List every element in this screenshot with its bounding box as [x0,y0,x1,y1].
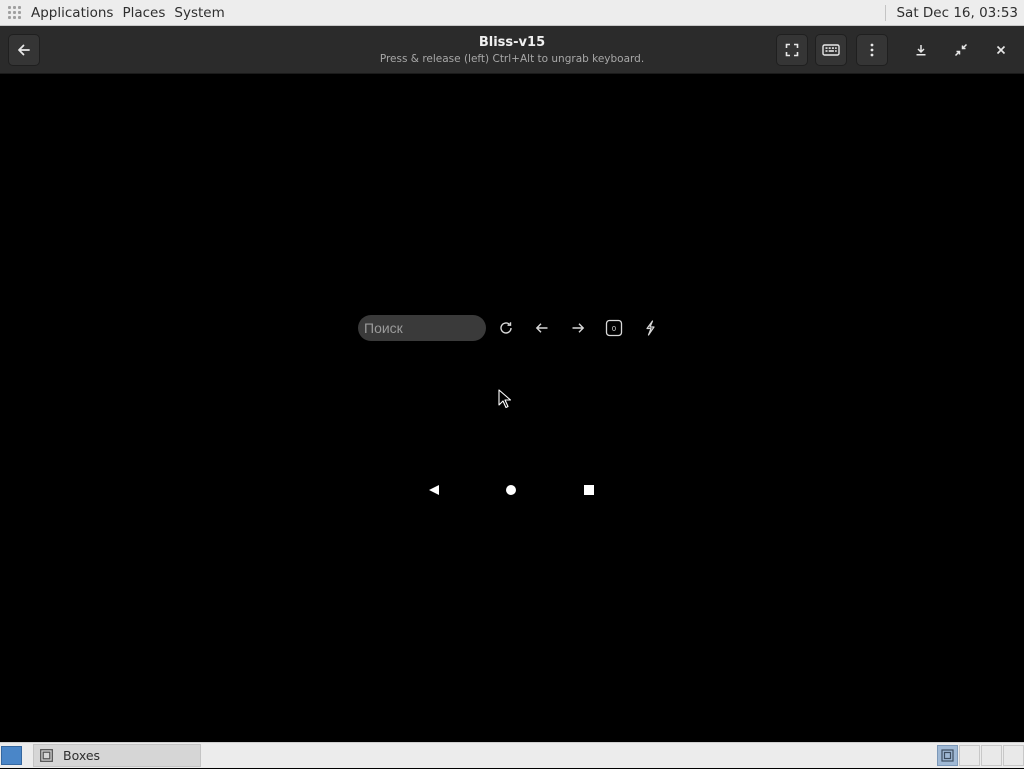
android-home-icon [506,485,516,495]
menu-kebab-icon [870,43,874,57]
keyboard-button[interactable] [815,34,847,66]
search-input[interactable]: Поиск [358,315,486,341]
workspace-1[interactable] [937,745,958,766]
android-recents-icon [584,485,594,495]
task-button-boxes[interactable]: Boxes [33,744,201,767]
workspace-2[interactable] [959,745,980,766]
android-recents-button[interactable] [579,480,599,500]
browser-forward-button[interactable] [568,318,588,338]
panel-separator [885,4,887,21]
workspace-4[interactable] [1003,745,1024,766]
fullscreen-icon [785,43,799,57]
tabs-counter-icon: 0 [605,319,623,337]
clock-area: Sat Dec 16, 03:53 [885,0,1018,25]
workspace-window-icon [941,749,954,762]
menu-button[interactable] [856,34,888,66]
tabs-button[interactable]: 0 [604,318,624,338]
boxes-app-icon [40,749,53,762]
title-block: Bliss-v15 Press & release (left) Ctrl+Al… [312,35,712,66]
unfullscreen-icon [954,43,968,57]
task-button-label: Boxes [63,748,101,763]
browser-back-button[interactable] [532,318,552,338]
unfullscreen-button[interactable] [945,34,977,66]
tabs-count: 0 [612,325,616,333]
lightning-button[interactable] [640,318,660,338]
menu-places[interactable]: Places [122,5,165,21]
close-button[interactable] [985,34,1017,66]
vm-display[interactable]: Поиск 0 [0,74,1024,742]
window-title: Bliss-v15 [478,35,546,50]
top-panel: Applications Places System Sat Dec 16, 0… [0,0,1024,26]
apps-grid-icon[interactable] [8,5,22,20]
menu-applications[interactable]: Applications [31,5,113,21]
keyboard-icon [822,44,840,56]
show-desktop-icon[interactable] [1,746,22,765]
back-icon [18,44,30,56]
workspace-3[interactable] [981,745,1002,766]
android-home-button[interactable] [501,480,521,500]
menu-system[interactable]: System [174,5,224,21]
arrow-right-icon [572,323,585,333]
mouse-cursor-icon [498,389,512,413]
close-icon [996,45,1006,55]
refresh-button[interactable] [496,318,516,338]
download-button[interactable] [905,34,937,66]
back-button[interactable] [8,34,40,66]
download-icon [916,45,926,56]
clock[interactable]: Sat Dec 16, 03:53 [896,5,1018,21]
fullscreen-button[interactable] [776,34,808,66]
android-back-icon [429,485,439,495]
arrow-left-icon [535,323,548,333]
header-bar: Bliss-v15 Press & release (left) Ctrl+Al… [0,26,1024,74]
android-back-button[interactable] [424,480,444,500]
window-subtitle: Press & release (left) Ctrl+Alt to ungra… [379,53,645,65]
taskbar: Boxes [0,742,1024,768]
search-placeholder: Поиск [364,320,403,336]
refresh-icon [500,322,512,334]
lightning-icon [646,320,655,336]
